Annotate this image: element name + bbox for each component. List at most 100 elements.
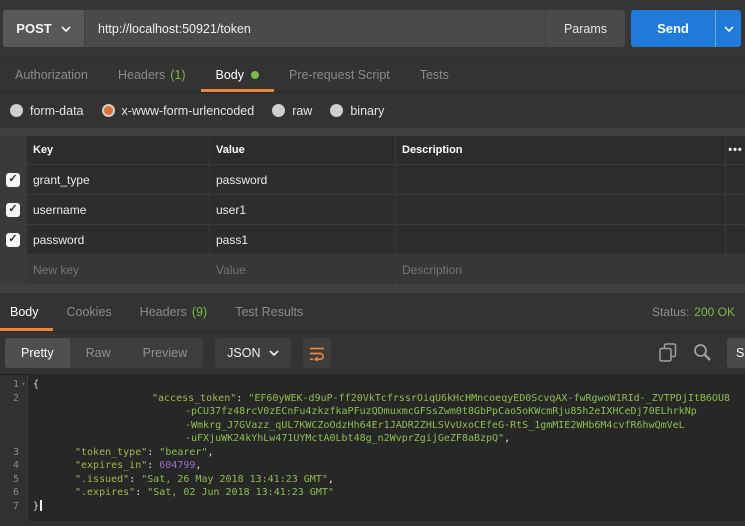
new-key-field[interactable]: New key [26, 255, 209, 284]
code-line: -Wmkrg_J7GVazz_qUL7KWCZoOdzHh64Er1JADR2Z… [0, 419, 745, 433]
code-text: { [33, 378, 39, 392]
search-icon [693, 343, 712, 362]
view-preview[interactable]: Preview [127, 338, 203, 368]
code-line: -pCU37fz48rcV0zECnFu4zkzfkaPFuzQDmuxmcGF… [0, 405, 745, 419]
value-cell[interactable]: password [209, 165, 395, 194]
tab-count: (9) [192, 305, 207, 319]
body-mode-label: binary [350, 104, 384, 118]
fold-arrow-icon[interactable]: ▾ [19, 378, 28, 392]
tab-body[interactable]: Body [201, 57, 275, 92]
language-dropdown[interactable]: JSON [215, 338, 291, 368]
value-cell[interactable]: user1 [209, 195, 395, 224]
new-value-field[interactable]: Value [209, 255, 395, 284]
tab-label: Headers [140, 305, 187, 319]
value-column-header: Value [209, 136, 395, 164]
line-number: 3 [0, 446, 19, 460]
line-number: 2 [0, 392, 19, 406]
checkbox-checked[interactable]: ✓ [6, 173, 20, 187]
response-body-viewer[interactable]: 1▾ {2"access_token": "EF60yWEK-d9uP-ff20V… [0, 374, 745, 526]
checkbox-checked[interactable]: ✓ [6, 233, 20, 247]
radio-icon [330, 104, 343, 117]
fold-spacer [19, 432, 28, 446]
tab-label: Authorization [15, 68, 88, 82]
body-mode-raw[interactable]: raw [272, 104, 312, 118]
line-number: 1 [0, 378, 19, 392]
tab-label: Headers [118, 68, 165, 82]
tab-label: Cookies [67, 305, 112, 319]
tab-pre-request-script[interactable]: Pre-request Script [274, 57, 405, 92]
tab-tests[interactable]: Tests [405, 57, 464, 92]
code-text: "expires_in": 604799, [33, 459, 201, 473]
tab-count: (1) [170, 68, 185, 82]
body-mode-form-data[interactable]: form-data [10, 104, 84, 118]
language-label: JSON [227, 346, 260, 360]
line-number: 6 [0, 486, 19, 500]
send-options-button[interactable] [715, 10, 741, 47]
code-line: 6 ".expires": "Sat, 02 Jun 2018 13:41:23 … [0, 486, 745, 500]
key-cell[interactable]: password [26, 225, 209, 254]
green-dot-icon [251, 71, 259, 79]
radio-icon [272, 104, 285, 117]
body-mode-binary[interactable]: binary [330, 104, 384, 118]
description-cell[interactable] [395, 225, 725, 254]
view-raw[interactable]: Raw [70, 338, 127, 368]
search-button[interactable] [693, 343, 712, 362]
save-response-button[interactable]: Sa [727, 338, 745, 368]
params-header-row: Key Value Description ••• [0, 136, 745, 165]
description-cell[interactable] [395, 195, 725, 224]
line-number [0, 419, 19, 433]
checkbox-checked[interactable]: ✓ [6, 203, 20, 217]
copy-button[interactable] [659, 343, 677, 362]
tab-authorization[interactable]: Authorization [0, 57, 103, 92]
row-checkbox-cell: ✓ [0, 195, 26, 224]
view-switcher: PrettyRawPreview [5, 338, 203, 368]
chevron-down-icon [61, 26, 71, 32]
method-selector[interactable]: POST [3, 10, 85, 47]
row-checkbox-cell: ✓ [0, 165, 26, 194]
description-column-header: Description [395, 136, 725, 164]
code-line: 5".issued": "Sat, 26 May 2018 13:41:23 G… [0, 473, 745, 487]
status-label: Status: [652, 305, 689, 319]
divider [0, 128, 745, 136]
params-row: ✓ passwordpass1 [0, 225, 745, 255]
key-column-header: Key [26, 136, 209, 164]
send-button[interactable]: Send [631, 10, 715, 47]
tab-label: Tests [420, 68, 449, 82]
tab-headers[interactable]: Headers (1) [103, 57, 201, 92]
key-cell[interactable]: grant_type [26, 165, 209, 194]
response-tab-headers[interactable]: Headers (9) [126, 293, 222, 331]
line-number: 5 [0, 473, 19, 487]
params-button[interactable]: Params [545, 10, 625, 47]
code-text: -pCU37fz48rcV0zECnFu4zkzfkaPFuzQDmuxmcGF… [33, 405, 697, 419]
row-spacer [725, 195, 745, 224]
chevron-down-icon [269, 350, 279, 356]
key-cell[interactable]: username [26, 195, 209, 224]
code-text: } [33, 500, 42, 514]
body-mode-label: x-www-form-urlencoded [122, 104, 255, 118]
body-mode-radios: form-data x-www-form-urlencoded raw binary [0, 93, 745, 128]
fold-spacer [19, 392, 28, 406]
params-editor: Key Value Description ••• ✓grant_typepas… [0, 128, 745, 293]
code-line: 1▾ { [0, 378, 745, 392]
line-number: 7 [0, 500, 19, 514]
value-cell[interactable]: pass1 [209, 225, 395, 254]
response-tab-test-results[interactable]: Test Results [221, 293, 317, 331]
radio-icon [102, 104, 115, 117]
new-description-field[interactable]: Description [395, 255, 725, 284]
view-pretty[interactable]: Pretty [5, 338, 70, 368]
tab-label: Body [10, 305, 39, 319]
tab-label: Body [216, 68, 245, 82]
response-tab-cookies[interactable]: Cookies [53, 293, 126, 331]
send-button-group: Send [631, 10, 741, 47]
params-menu-button[interactable]: ••• [725, 136, 745, 164]
url-input[interactable] [85, 10, 545, 47]
response-tab-body[interactable]: Body [0, 293, 53, 331]
tab-label: Pre-request Script [289, 68, 390, 82]
body-mode-x-www-form-urlencoded[interactable]: x-www-form-urlencoded [102, 104, 255, 118]
wrap-text-button[interactable] [303, 338, 331, 368]
code-line: 2"access_token": "EF60yWEK-d9uP-ff20VkTc… [0, 392, 745, 406]
code-text: ".expires": "Sat, 02 Jun 2018 13:41:23 G… [33, 486, 334, 500]
description-cell[interactable] [395, 165, 725, 194]
radio-icon [10, 104, 23, 117]
code-line: -uFXjuWK24kYhLw471UYMctA0Lbt48g_n2WvprZg… [0, 432, 745, 446]
